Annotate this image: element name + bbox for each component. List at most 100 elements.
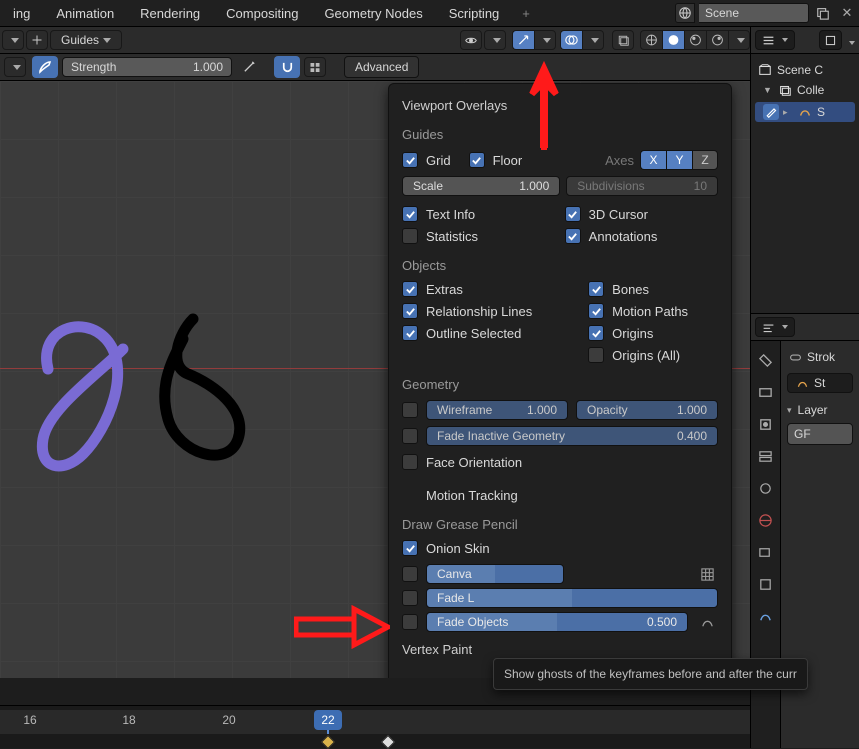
draw-tool-icon[interactable]	[32, 56, 58, 78]
tab-objectdata[interactable]	[755, 605, 777, 627]
outliner-filter-dropdown[interactable]	[846, 33, 855, 48]
extras-checkbox[interactable]	[402, 281, 418, 297]
opacity-field[interactable]: Opacity 1.000	[576, 400, 718, 420]
layer-item[interactable]: GF	[787, 423, 853, 445]
tab-geometry-nodes[interactable]: Geometry Nodes	[311, 6, 435, 21]
face-orientation-checkbox[interactable]	[402, 454, 418, 470]
shading-rendered[interactable]	[706, 30, 728, 50]
outliner-scene-row[interactable]: Scene C	[755, 60, 855, 80]
motion-paths-checkbox[interactable]	[588, 303, 604, 319]
fade-objects-checkbox[interactable]	[402, 614, 418, 630]
onion-skin-checkbox[interactable]	[402, 540, 418, 556]
snap-settings[interactable]	[304, 57, 326, 77]
origins-all-label: Origins (All)	[612, 348, 680, 363]
overlays-dropdown[interactable]	[582, 30, 604, 50]
canvas-field[interactable]: Canva	[426, 564, 564, 584]
cursor3d-checkbox[interactable]	[565, 206, 581, 222]
fade-objects-icon[interactable]	[696, 612, 718, 632]
gizmo-toggle[interactable]	[512, 30, 534, 50]
fade-objects-field[interactable]: Fade Objects 0.500	[426, 612, 688, 632]
motion-tracking-label[interactable]: Motion Tracking	[426, 488, 518, 503]
subdivisions-field[interactable]: Subdivisions 10	[566, 176, 718, 196]
keyframe[interactable]	[381, 735, 395, 749]
outliner-display-mode[interactable]	[755, 30, 795, 50]
origins-all-checkbox[interactable]	[588, 347, 604, 363]
scene-browse-icon[interactable]	[675, 3, 695, 23]
scene-name-input[interactable]: Scene	[699, 3, 809, 23]
axis-x-toggle[interactable]: X	[640, 150, 666, 170]
annotations-checkbox[interactable]	[565, 228, 581, 244]
fade-layers-field[interactable]: Fade L	[426, 588, 718, 608]
new-scene-button[interactable]	[813, 3, 833, 23]
shading-solid[interactable]	[662, 30, 684, 50]
outline-selected-checkbox[interactable]	[402, 325, 418, 341]
editor-type-dropdown[interactable]	[2, 30, 24, 50]
axis-z-toggle[interactable]: Z	[692, 150, 718, 170]
tab-scene[interactable]	[755, 477, 777, 499]
gp-data-dropdown[interactable]: St	[787, 373, 853, 393]
outliner-collection-row[interactable]: ▼ Colle	[755, 80, 855, 100]
properties-header-dropdown[interactable]	[755, 317, 795, 337]
bones-checkbox[interactable]	[588, 281, 604, 297]
snap-toggle[interactable]	[274, 56, 300, 78]
tab-render[interactable]	[755, 381, 777, 403]
tab-tool[interactable]	[755, 349, 777, 371]
canvas-checkbox[interactable]	[402, 566, 418, 582]
scale-field[interactable]: Scale 1.000	[402, 176, 560, 196]
keyframe[interactable]	[321, 735, 335, 749]
visibility-dropdown[interactable]	[484, 30, 506, 50]
expand-icon[interactable]: ▼	[763, 85, 773, 95]
layers-panel-header[interactable]: ▾ Layer	[787, 403, 853, 417]
tab-viewlayer[interactable]	[755, 445, 777, 467]
layer-name: GF	[794, 427, 811, 441]
statistics-checkbox[interactable]	[402, 228, 418, 244]
tab-modeling[interactable]: ing	[0, 6, 43, 21]
xray-toggle[interactable]	[612, 30, 634, 50]
pressure-icon[interactable]	[236, 56, 262, 78]
guides-dropdown[interactable]: Guides	[50, 30, 122, 50]
timeline-ruler[interactable]: 16 18 20 22	[0, 710, 750, 734]
fade-inactive-checkbox[interactable]	[402, 428, 418, 444]
tab-rendering[interactable]: Rendering	[127, 6, 213, 21]
overlays-toggle[interactable]	[560, 30, 582, 50]
axis-y-toggle[interactable]: Y	[666, 150, 692, 170]
outliner-stroke-row[interactable]: ▸ S	[755, 102, 855, 122]
tab-animation[interactable]: Animation	[43, 6, 127, 21]
draw-tool-dropdown[interactable]	[4, 57, 26, 77]
tab-world[interactable]	[755, 509, 777, 531]
tab-output[interactable]	[755, 413, 777, 435]
origins-checkbox[interactable]	[588, 325, 604, 341]
expand-icon[interactable]: ▸	[783, 107, 793, 118]
advanced-dropdown[interactable]: Advanced	[344, 56, 419, 78]
canvas-grid-icon[interactable]	[696, 564, 718, 584]
outliner-filter[interactable]	[819, 30, 842, 50]
outliner[interactable]: Scene C ▼ Colle ▸ S	[751, 54, 859, 314]
pivot-icon[interactable]	[26, 30, 48, 50]
bones-label: Bones	[612, 282, 649, 297]
outline-selected-label: Outline Selected	[426, 326, 521, 341]
relationship-lines-checkbox[interactable]	[402, 303, 418, 319]
wireframe-checkbox[interactable]	[402, 402, 418, 418]
timeline[interactable]: 16 18 20 22	[0, 705, 750, 748]
add-workspace-button[interactable]: +	[512, 6, 540, 21]
viewport-3d[interactable]: Viewport Overlays Guides Grid Floor Axes…	[0, 81, 750, 678]
tab-collection[interactable]	[755, 541, 777, 563]
properties-breadcrumb: Strok	[787, 349, 853, 365]
tab-scripting[interactable]: Scripting	[436, 6, 513, 21]
fade-inactive-field[interactable]: Fade Inactive Geometry 0.400	[426, 426, 718, 446]
close-scene-button[interactable]: ✕	[837, 3, 857, 23]
grid-checkbox[interactable]	[402, 152, 418, 168]
floor-checkbox[interactable]	[469, 152, 485, 168]
text-info-checkbox[interactable]	[402, 206, 418, 222]
wireframe-field[interactable]: Wireframe 1.000	[426, 400, 568, 420]
fade-layers-checkbox[interactable]	[402, 590, 418, 606]
visibility-icon[interactable]	[460, 30, 482, 50]
tab-compositing[interactable]: Compositing	[213, 6, 311, 21]
gizmo-dropdown[interactable]	[534, 30, 556, 50]
shading-material[interactable]	[684, 30, 706, 50]
shading-wireframe[interactable]	[640, 30, 662, 50]
playhead[interactable]: 22	[314, 710, 342, 730]
shading-dropdown[interactable]	[728, 30, 750, 50]
strength-slider[interactable]: Strength 1.000	[62, 57, 232, 77]
tab-object[interactable]	[755, 573, 777, 595]
